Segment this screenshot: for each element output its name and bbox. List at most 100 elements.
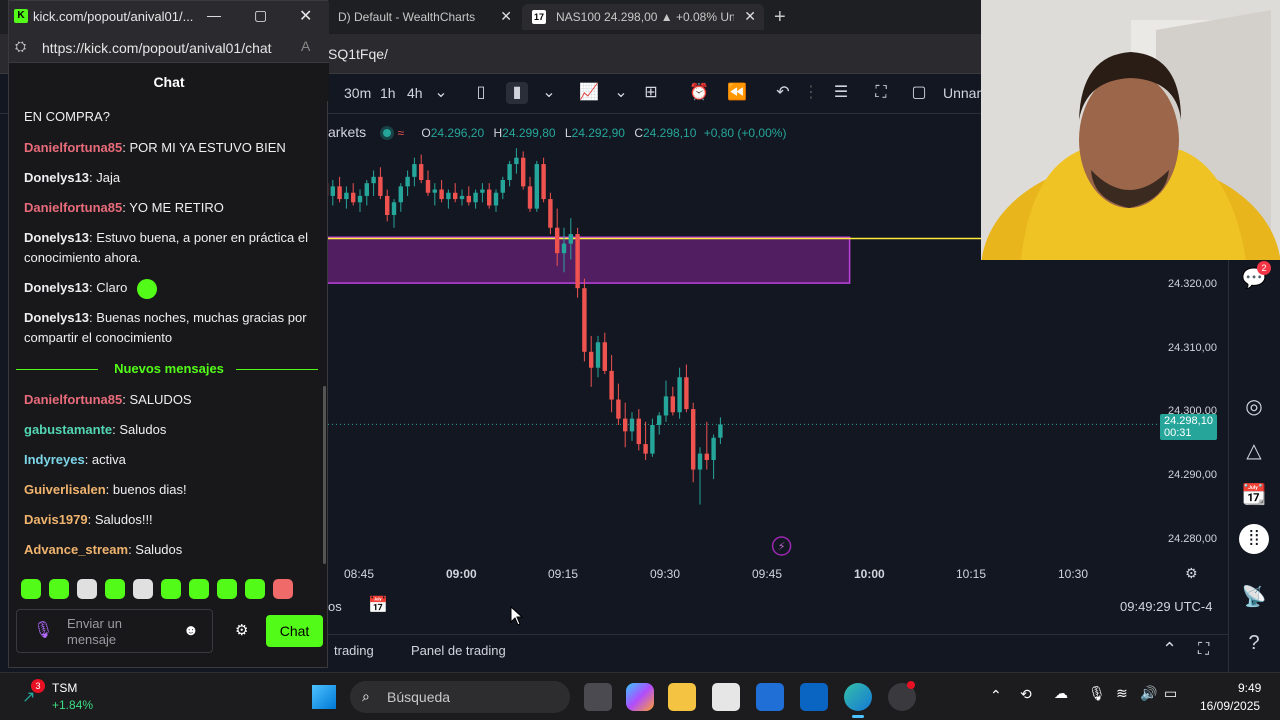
layout-icon[interactable]: ▢ xyxy=(908,82,930,104)
emote-quickbar xyxy=(19,579,319,603)
clock-date[interactable]: 16/09/2025 xyxy=(1200,699,1260,713)
layout-grid-icon[interactable]: ⊞ xyxy=(640,82,662,104)
fullscreen-icon[interactable]: ⛶ xyxy=(870,82,892,104)
chat-username[interactable]: Davis1979 xyxy=(24,512,88,527)
wave-icon: ≈ xyxy=(397,126,405,140)
calendar-icon[interactable]: 📆 xyxy=(1239,480,1269,510)
popout-url-bar[interactable]: ⛭ https://kick.com/popout/anival01/chat … xyxy=(9,33,329,63)
object-tree-icon[interactable]: ☰ xyxy=(830,82,852,104)
task-view-icon[interactable] xyxy=(584,683,612,711)
candle-body xyxy=(344,192,349,200)
new-tab-button[interactable]: + xyxy=(764,4,794,30)
emote-icon[interactable] xyxy=(245,579,265,599)
edge-icon[interactable] xyxy=(844,683,872,711)
chat-username[interactable]: Donelys13 xyxy=(24,230,89,245)
chat-username[interactable]: Donelys13 xyxy=(24,310,89,325)
chevron-down-icon[interactable]: ⌄ xyxy=(610,82,632,104)
candle-body xyxy=(534,164,539,209)
chat-username[interactable]: Danielfortuna85 xyxy=(24,140,122,155)
emote-icon[interactable] xyxy=(189,579,209,599)
microphone-icon[interactable]: 🎙 xyxy=(1088,685,1106,702)
emote-icon[interactable] xyxy=(49,579,69,599)
chat-message-list[interactable]: EN COMPRA? Danielfortuna85: POR MI YA ES… xyxy=(9,101,321,571)
interval-30m[interactable]: 30m xyxy=(344,85,371,101)
sync-icon[interactable]: ⟲ xyxy=(1020,686,1032,703)
utc-clock[interactable]: 09:49:29 UTC-4 xyxy=(1120,599,1213,614)
chat-username[interactable]: Donelys13 xyxy=(24,170,89,185)
send-chat-button[interactable]: Chat xyxy=(266,615,323,647)
chevron-up-icon[interactable]: ⌃ xyxy=(990,687,1002,704)
emote-icon[interactable] xyxy=(273,579,293,599)
volume-icon[interactable]: 🔊 xyxy=(1140,685,1157,702)
chat-username[interactable]: gabustamante xyxy=(24,422,112,437)
help-icon[interactable]: ? xyxy=(1239,628,1269,658)
time-tick-label: 09:30 xyxy=(650,567,681,581)
read-aloud-icon[interactable]: A xyxy=(301,38,310,54)
chat-scrollbar[interactable] xyxy=(323,386,326,564)
interval-1h[interactable]: 1h xyxy=(380,85,396,101)
chevron-down-icon[interactable]: ⌄ xyxy=(538,82,560,104)
target-icon[interactable]: ◎ xyxy=(1239,392,1269,422)
candlestick-icon[interactable]: ▮ xyxy=(506,82,528,104)
chat-username[interactable]: Donelys13 xyxy=(24,280,89,295)
outlook-icon[interactable] xyxy=(800,683,828,711)
wifi-icon[interactable]: ≋ xyxy=(1116,685,1128,702)
site-info-icon[interactable]: ⛭ xyxy=(15,38,26,55)
alert-add-icon[interactable]: ⏰ xyxy=(688,82,710,104)
chevron-down-icon[interactable]: ⌄ xyxy=(430,82,452,104)
ideas-icon[interactable]: △ xyxy=(1239,436,1269,466)
chat-message: Danielfortuna85: SALUDOS xyxy=(24,390,314,410)
tab-wealthcharts[interactable]: D) Default - WealthCharts ✕ xyxy=(328,4,520,30)
tab-tradingview[interactable]: 17 NAS100 24.298,00 ▲ +0.08% Unna ✕ xyxy=(522,4,764,30)
taskbar-search[interactable]: ⌕ Búsqueda xyxy=(350,681,570,713)
indicators-icon[interactable]: 📈 xyxy=(578,82,600,104)
chevron-up-icon[interactable]: ⌃ xyxy=(1162,639,1177,660)
tab-panel-de-trading[interactable]: Panel de trading xyxy=(411,643,506,658)
copilot-icon[interactable] xyxy=(626,683,654,711)
store-icon[interactable] xyxy=(712,683,740,711)
chat-username[interactable]: Guiverlisalen xyxy=(24,482,106,497)
clock-time[interactable]: 9:49 xyxy=(1238,681,1261,695)
broadcast-icon[interactable]: 📡 xyxy=(1239,582,1269,612)
replay-icon[interactable]: ⏪ xyxy=(726,82,748,104)
apps-grid-icon[interactable]: ⁞⁞ xyxy=(1239,524,1269,554)
time-axis[interactable]: 08:45 09:00 09:15 09:30 09:45 10:00 10:15 10:30 xyxy=(328,565,1208,585)
emoji-icon[interactable]: ☻ xyxy=(183,622,199,639)
candle-body xyxy=(487,189,492,206)
windows-start-icon[interactable] xyxy=(312,685,336,709)
emote-icon[interactable] xyxy=(161,579,181,599)
chat-username[interactable]: Indyreyes xyxy=(24,452,85,467)
interval-4h[interactable]: 4h xyxy=(407,85,423,101)
close-icon[interactable]: ✕ xyxy=(299,6,312,26)
chat-username[interactable]: Danielfortuna85 xyxy=(24,392,122,407)
undo-icon[interactable]: ↶ xyxy=(772,82,794,104)
chat-settings-gear-icon[interactable]: ⚙ xyxy=(235,621,248,639)
settings-gear-icon[interactable]: ⚙ xyxy=(1185,565,1198,582)
battery-icon[interactable]: ▭ xyxy=(1164,685,1177,702)
close-icon[interactable]: ✕ xyxy=(744,8,756,25)
close-icon[interactable]: ✕ xyxy=(500,8,512,25)
tab-trading[interactable]: trading xyxy=(334,643,374,658)
maximize-icon[interactable]: ▢ xyxy=(254,7,267,24)
onedrive-icon[interactable]: ☁ xyxy=(1054,685,1068,702)
chat-username[interactable]: Advance_stream xyxy=(24,542,128,557)
file-explorer-icon[interactable] xyxy=(668,683,696,711)
maximize-panel-icon[interactable]: ⛶ xyxy=(1198,641,1209,659)
emote-icon[interactable] xyxy=(133,579,153,599)
emote-icon[interactable] xyxy=(105,579,125,599)
weather-widget[interactable]: ↗ 3 TSM +1.84% xyxy=(22,679,102,715)
chat-username[interactable]: Danielfortuna85 xyxy=(24,200,122,215)
emote-icon[interactable] xyxy=(21,579,41,599)
minimize-icon[interactable]: — xyxy=(207,7,221,23)
emote-icon[interactable] xyxy=(217,579,237,599)
date-range-icon[interactable]: 📅 xyxy=(368,595,388,615)
chat-input-box[interactable]: 🎙 Enviar un mensaje ☻ xyxy=(16,609,213,653)
bar-chart-icon[interactable]: ▯ xyxy=(470,82,492,104)
emote-icon[interactable] xyxy=(77,579,97,599)
chat-text: EN COMPRA? xyxy=(24,109,110,124)
timeframe-label[interactable]: os xyxy=(328,599,342,614)
chat-input-placeholder[interactable]: Enviar un mensaje xyxy=(67,616,167,648)
microphone-icon[interactable]: 🎙 xyxy=(33,620,53,640)
trading-app-icon[interactable] xyxy=(756,683,784,711)
drag-handle-icon[interactable]: ⋮ xyxy=(800,82,822,104)
